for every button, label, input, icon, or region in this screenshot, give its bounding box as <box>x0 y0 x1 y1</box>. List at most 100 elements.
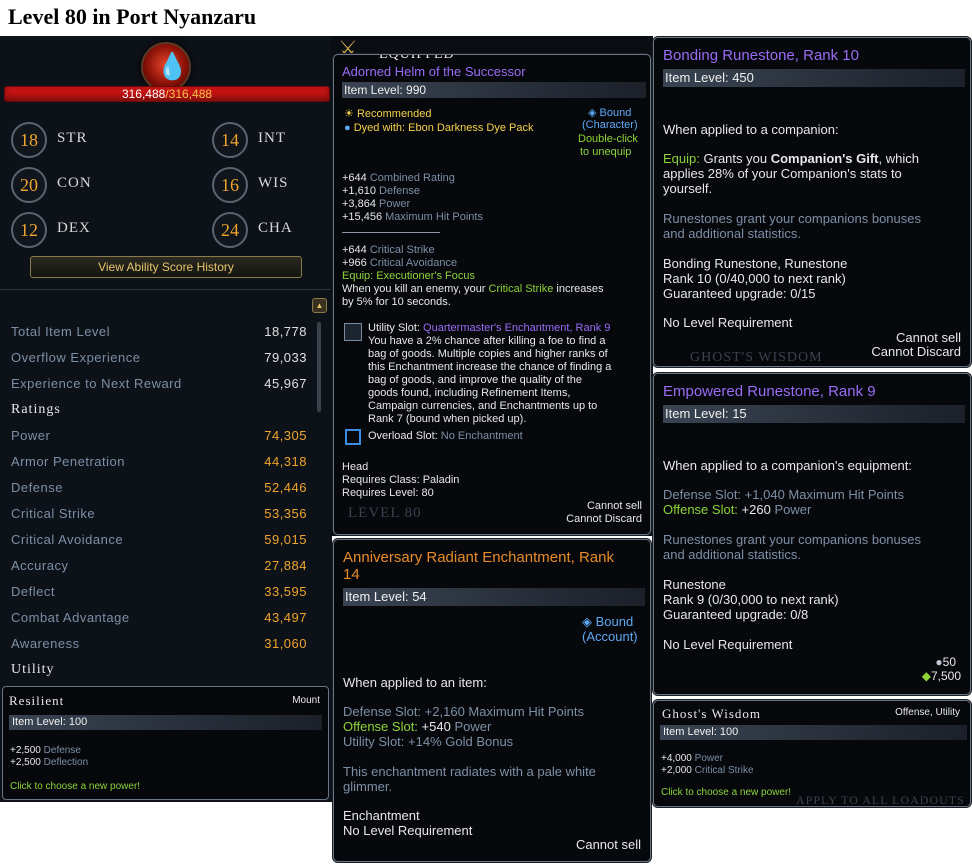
background-power-text: Ghost's Wisdom <box>690 350 823 365</box>
level-requirement: No Level Requirement <box>343 823 473 838</box>
offense-slot: Offense Slot: +260 Power <box>663 502 812 517</box>
empowered-runestone-tooltip: Empowered Runestone, Rank 9 Item Level: … <box>653 373 971 695</box>
level-requirement: No Level Requirement <box>663 315 793 330</box>
utility-slot: Utility Slot: Quartermaster's Enchantmen… <box>368 322 611 334</box>
utility-heading: Utility <box>11 662 55 677</box>
stat-label: Armor Penetration <box>11 454 125 469</box>
choose-power-link[interactable]: Click to choose a new power! <box>10 781 140 792</box>
stat-line: +2,500 Deflection <box>10 757 89 768</box>
item-description: glimmer. <box>343 779 393 794</box>
collapse-chevron-icon[interactable]: ▲ <box>312 298 327 313</box>
stat-value: 74,305 <box>264 428 307 443</box>
dye-drop-icon: ● <box>344 122 351 134</box>
ability-score: 16 <box>212 167 248 203</box>
overload-slot-icon[interactable] <box>345 429 361 445</box>
sell-price-astral-diamonds: ◆7,500 <box>921 669 961 683</box>
stat-row: Combat Advantage 43,497 <box>11 610 307 628</box>
stat-line: +15,456 Maximum Hit Points <box>342 211 483 223</box>
item-level: Item Level: 100 <box>660 725 967 740</box>
rank-progress: Rank 9 (0/30,000 to next rank) <box>663 592 839 607</box>
equip-power: Equip: Executioner's Focus <box>342 270 475 282</box>
stat-line: +4,000 Power <box>661 753 724 764</box>
stat-row: Deflect 33,595 <box>11 584 307 602</box>
page-title: Level 80 in Port Nyanzaru <box>8 4 257 29</box>
stat-row: Experience to Next Reward 45,967 <box>11 376 307 394</box>
bound-type: (Account) <box>582 629 638 644</box>
item-kind: Runestone <box>663 577 726 592</box>
stat-value: 18,778 <box>264 324 307 339</box>
stat-value: 31,060 <box>264 636 307 651</box>
utility-desc: bag of goods, and improve the quality of… <box>368 374 583 386</box>
stat-label: Defense <box>11 480 63 495</box>
item-name: Bonding Runestone, Rank 10 <box>663 47 859 64</box>
ghosts-wisdom-power-tooltip: Ghost's Wisdom Offense, Utility Item Lev… <box>653 700 971 807</box>
bonding-runestone-tooltip: Bonding Runestone, Rank 10 Item Level: 4… <box>653 37 971 367</box>
equip-desc: When you kill an enemy, your Critical St… <box>342 283 604 295</box>
unequip-hint: to unequip <box>580 146 632 158</box>
level-requirement: Requires Level: 80 <box>342 487 434 499</box>
recommended: ☀ Recommended <box>344 108 432 120</box>
ability-name: WIS <box>258 175 289 191</box>
stat-value: 33,595 <box>264 584 307 599</box>
item-description: and additional statistics. <box>663 226 802 241</box>
guaranteed-upgrade: Guaranteed upgrade: 0/15 <box>663 286 816 301</box>
ability-wis: 16 WIS <box>212 167 332 203</box>
scrollbar[interactable] <box>317 322 321 412</box>
ability-cha: 24 CHA <box>212 212 332 248</box>
cannot-discard: Cannot Discard <box>871 344 961 359</box>
ratings-heading: Ratings <box>11 402 61 417</box>
stat-label: Power <box>11 428 51 443</box>
equip-effect: applies 28% of your Companion's stats to <box>663 166 902 181</box>
utility-desc: You have a 2% chance after killing a foe… <box>368 335 606 347</box>
item-slot: Head <box>342 461 369 473</box>
ability-score: 18 <box>11 122 47 158</box>
bound-status: ◈ Bound <box>582 614 634 629</box>
astral-diamond-icon: ◆ <box>921 669 931 683</box>
equipped-header: Equipped <box>379 54 455 62</box>
stat-row: Overflow Experience 79,033 <box>11 350 307 368</box>
stat-line: +2,500 Defense <box>10 745 81 756</box>
item-name-line2: 14 <box>343 566 360 583</box>
ability-score: 14 <box>212 122 248 158</box>
ability-dex: 12 DEX <box>11 212 131 248</box>
bound-icon: ◈ <box>582 614 592 629</box>
stat-value: 59,015 <box>264 532 307 547</box>
item-description: Runestones grant your companions bonuses <box>663 532 921 547</box>
enchantment-slot-icon[interactable] <box>344 323 362 341</box>
hit-points-text: 316,488/316,488 <box>4 86 330 102</box>
stat-value: 45,967 <box>264 376 307 391</box>
stat-label: Overflow Experience <box>11 350 141 365</box>
unequip-hint: Double-click <box>578 133 638 145</box>
stat-line: +966 Critical Avoidance <box>342 257 458 269</box>
applied-label: When applied to a companion's equipment: <box>663 458 912 473</box>
item-name: Empowered Runestone, Rank 9 <box>663 383 876 400</box>
stat-row: Defense 52,446 <box>11 480 307 498</box>
overload-slot: Overload Slot: No Enchantment <box>368 430 523 442</box>
stat-value: 52,446 <box>264 480 307 495</box>
anniversary-enchantment-tooltip: Anniversary Radiant Enchantment, Rank 14… <box>333 539 651 862</box>
equip-effect: Equip: Grants you Companion's Gift, whic… <box>663 151 919 166</box>
level-requirement: No Level Requirement <box>663 637 793 652</box>
ability-int: 14 INT <box>212 122 332 158</box>
item-level: Item Level: 15 <box>663 405 965 423</box>
power-type: Mount <box>292 695 320 706</box>
sun-icon: ☀ <box>344 108 354 120</box>
cannot-discard: Cannot Discard <box>566 513 642 525</box>
stat-label: Critical Strike <box>11 506 96 521</box>
ability-str: 18 STR <box>11 122 131 158</box>
view-ability-score-history-button[interactable]: View Ability Score History <box>30 256 302 278</box>
ability-score: 20 <box>11 167 47 203</box>
item-description: Runestones grant your companions bonuses <box>663 211 921 226</box>
cannot-sell: Cannot sell <box>895 330 961 345</box>
cannot-sell: Cannot sell <box>586 500 642 512</box>
apply-to-all-loadouts-background: Apply To All Loadouts <box>796 793 965 807</box>
offense-slot: Offense Slot: +540 Power <box>343 719 492 734</box>
stat-label: Total Item Level <box>11 324 111 339</box>
helm-tooltip: Equipped Adorned Helm of the Successor I… <box>333 54 651 535</box>
stat-row: Armor Penetration 44,318 <box>11 454 307 472</box>
choose-power-link[interactable]: Click to choose a new power! <box>661 787 791 798</box>
item-description: and additional statistics. <box>663 547 802 562</box>
rank-progress: Rank 10 (0/40,000 to next rank) <box>663 271 846 286</box>
bound-status: ◈ Bound <box>588 107 632 119</box>
stat-value: 43,497 <box>264 610 307 625</box>
